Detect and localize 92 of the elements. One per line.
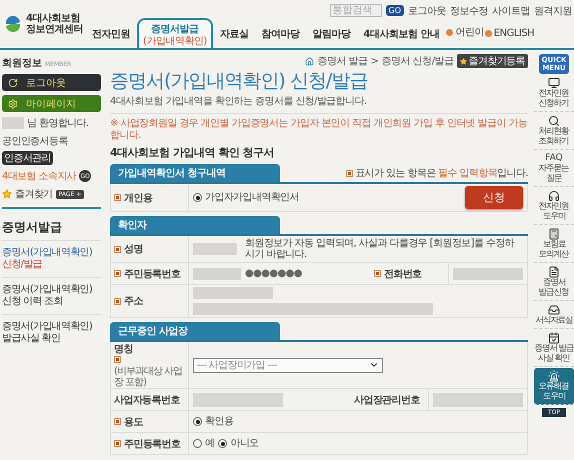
radio-button[interactable]: [218, 439, 228, 448]
sidebar-menu-item[interactable]: 증명서(가입내역확인) 발급사실 확인: [2, 314, 101, 351]
radio-label: 아니오: [230, 438, 259, 449]
radio-button[interactable]: [193, 439, 202, 448]
sidebar-section-title: 증명서발급: [2, 207, 101, 236]
star-icon: [2, 189, 12, 199]
quick-menu-item[interactable]: 증명서 발급신청: [534, 264, 574, 301]
required-marker-icon: [346, 170, 354, 176]
required-marker-icon: [114, 298, 121, 304]
field-label: 주소: [124, 295, 143, 308]
form-title: 4대사회보험 가입내역 확인 청구서: [110, 145, 276, 160]
sidebar-title: 회원정보: [2, 57, 42, 70]
quick-menu-item[interactable]: 전자민원 신청하기: [534, 75, 574, 112]
nav-tab[interactable]: 4대사회보험 안내: [357, 18, 446, 48]
required-marker-icon: [114, 246, 121, 252]
required-marker-icon: [114, 356, 121, 363]
required-marker-icon: [114, 418, 121, 425]
breadcrumb-separator: >: [370, 56, 379, 66]
field-label: 주민등록번호: [124, 438, 180, 450]
gear-icon: [8, 98, 18, 108]
field-label: 사업장관리번호: [354, 394, 420, 406]
logo-icon: [4, 15, 22, 33]
field-label: 명칭: [114, 343, 133, 356]
calculator-icon: [548, 228, 560, 240]
language-link[interactable]: 어린이: [446, 25, 484, 39]
go-button[interactable]: GO: [386, 5, 404, 16]
quick-menu-item[interactable]: 전자민원 도우미: [534, 188, 574, 225]
required-marker-icon: [374, 270, 381, 277]
apply-button[interactable]: 신청: [465, 186, 523, 209]
field-label: 주민등록번호: [124, 268, 180, 280]
language-link[interactable]: ENGLISH: [484, 28, 534, 39]
radio-button[interactable]: [193, 417, 202, 426]
field-label: 성명: [124, 243, 143, 256]
info-text: 회원정보가 자동 입력되며, 사실과 다를경우 [회원정보]를 수정하시기 바랍니다.: [245, 238, 516, 260]
breadcrumb-item[interactable]: 증명서 신청/발급: [382, 54, 454, 68]
siren-icon: [548, 370, 560, 382]
favorites-label: 즐겨찾기: [15, 188, 53, 201]
tray-icon: [548, 304, 560, 316]
calendar-check-icon: [548, 332, 560, 344]
home-icon: [305, 56, 314, 66]
radio-button[interactable]: [193, 193, 202, 202]
header-link[interactable]: 로그아웃: [408, 4, 446, 18]
logout-button[interactable]: 로그아웃: [2, 74, 101, 91]
required-note: 표시가 있는 항목은 필수 입력항목입니다.: [355, 167, 528, 180]
field-label: 용도: [124, 416, 143, 428]
star-icon: [460, 58, 467, 64]
masked-number: ●●●●●●●: [245, 268, 302, 279]
radio-label: 확인용: [205, 416, 234, 427]
notice-text: ※ 사업장회원일 경우 개인별 가입증명서는 가입자 본인이 직접 개인회원 가입 후 인터넷 발급이 가능합니다.: [110, 118, 528, 142]
page-title: 증명서(가입내역확인) 신청/발급: [110, 69, 368, 94]
sidebar-menu-item[interactable]: 증명서(가입내역확인) 신청/발급: [2, 240, 101, 277]
nav-tab[interactable]: 알림마당: [306, 18, 356, 48]
nav-tab[interactable]: 자료실: [214, 18, 254, 48]
nav-tab[interactable]: 전자민원: [86, 18, 136, 48]
headset-icon: [548, 190, 560, 202]
header-link[interactable]: 정보수정: [450, 4, 488, 18]
quick-menu-item[interactable]: FAQ 자주묻는 질문: [534, 151, 574, 187]
radio-label: 가입자가입내역확인서: [205, 192, 300, 203]
breadcrumb-item[interactable]: 증명서 발급: [317, 54, 368, 68]
required-marker-icon: [114, 270, 121, 277]
page-subtitle: 4대사회보험 가입내역을 확인하는 증명서를 신청/발급합니다.: [110, 94, 528, 114]
cert-label: 공인인증서등록: [2, 135, 68, 148]
radio-label: 예: [205, 438, 214, 449]
nav-tab[interactable]: 참여마당: [255, 18, 306, 48]
field-label: 전화번호: [384, 268, 422, 280]
branch-link[interactable]: 4대보험 소속지사: [2, 169, 76, 183]
redacted-block: [193, 243, 237, 255]
refresh-icon: [8, 78, 18, 88]
field-label: 사업자등록번호: [114, 394, 180, 406]
nav-tab[interactable]: 증명서발급 (가입내역확인): [137, 18, 213, 48]
sidebar-menu-item[interactable]: 증명서(가입내역확인) 신청 이력 조회: [2, 277, 101, 314]
bookmark-button[interactable]: 즐겨찾기등록: [456, 54, 528, 68]
redacted-block: [453, 268, 523, 280]
field-label: 개인용: [124, 192, 152, 204]
quick-menu-item[interactable]: 서식자료실: [534, 302, 574, 329]
required-marker-icon: [114, 440, 121, 447]
quick-menu-item[interactable]: 보험료 모의계산: [534, 226, 574, 263]
logo-text: 4대사회보험 정보연계센터: [26, 13, 83, 35]
header-link[interactable]: 원격지원: [534, 4, 572, 18]
document-icon: [548, 266, 560, 278]
redacted-block: [2, 117, 24, 129]
quick-menu-item[interactable]: 처리현황 조회하기: [534, 113, 574, 150]
quick-menu-item[interactable]: 오류해결 도우미: [534, 368, 574, 405]
header-link[interactable]: 사이트맵: [492, 4, 530, 18]
redacted-block: [193, 268, 241, 280]
greeting-text: 님 환영합니다.: [27, 117, 89, 130]
cert-manage-button[interactable]: 인증서관리: [2, 151, 54, 165]
search-icon: [548, 115, 560, 127]
monitor-icon: [548, 77, 560, 89]
mypage-button[interactable]: 마이페이지: [2, 95, 101, 112]
quick-menu-item[interactable]: 증명서 발급 사실 확인: [534, 330, 574, 367]
field-hint: (비부과대상 사업장 포함): [114, 366, 184, 388]
